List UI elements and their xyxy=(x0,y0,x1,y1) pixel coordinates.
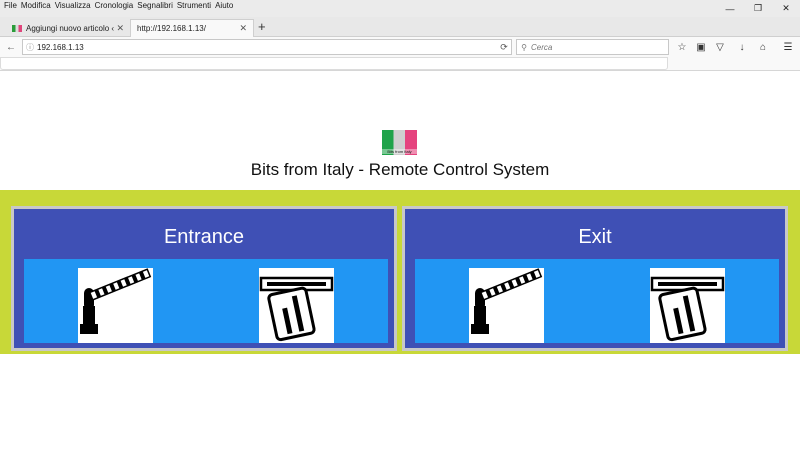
menu-strumenti[interactable]: Strumenti xyxy=(173,0,211,12)
notification-bar xyxy=(0,57,800,71)
menu-bar: File Modifica Visualizza Cronologia Segn… xyxy=(0,0,233,12)
bookmark-star-icon[interactable]: ☆ xyxy=(675,40,689,54)
home-icon[interactable]: ⌂ xyxy=(756,40,770,54)
panel-body: Entrance xyxy=(14,209,394,348)
search-box[interactable]: ⚲ xyxy=(516,39,669,55)
button-strip xyxy=(24,259,388,348)
close-tab-icon[interactable]: ✕ xyxy=(116,23,124,34)
address-text[interactable]: 192.168.1.13 xyxy=(37,43,497,52)
panel-title: Entrance xyxy=(163,226,245,248)
maximize-icon[interactable]: ❐ xyxy=(744,0,772,17)
exit-barrier-button[interactable] xyxy=(469,268,544,343)
menu-hamburger-icon[interactable]: ☰ xyxy=(781,40,795,54)
barrier-gate-icon xyxy=(80,268,152,334)
reload-icon[interactable]: ⟳ xyxy=(497,42,511,53)
navigation-bar: ← ⓘ 192.168.1.13 ⟳ ⚲ ☆ ▣ ▽ ↓ ⌂ ☰ xyxy=(0,37,800,57)
close-tab-icon[interactable]: ✕ xyxy=(239,23,247,34)
menu-cronologia[interactable]: Cronologia xyxy=(91,0,134,12)
menu-visualizza[interactable]: Visualizza xyxy=(51,0,91,12)
download-icon[interactable]: ↓ xyxy=(735,40,749,54)
entrance-barrier-button[interactable] xyxy=(78,268,153,343)
search-input[interactable] xyxy=(531,42,661,52)
address-bar[interactable]: ⓘ 192.168.1.13 ⟳ xyxy=(22,39,512,55)
tab-aggiungi-articolo[interactable]: Aggiungi nuovo articolo ‹ ... ✕ xyxy=(6,19,130,37)
menu-file[interactable]: File xyxy=(0,0,17,12)
site-favicon-icon xyxy=(12,24,22,32)
barrier-gate-icon xyxy=(471,268,543,334)
pocket-icon[interactable]: ▽ xyxy=(713,40,727,54)
tab-title: Aggiungi nuovo articolo ‹ ... xyxy=(26,23,117,33)
search-icon: ⚲ xyxy=(521,42,527,52)
logo-text: Bits from Italy xyxy=(382,149,417,154)
page-title: Bits from Italy - Remote Control System xyxy=(250,160,550,179)
title-bar: File Modifica Visualizza Cronologia Segn… xyxy=(0,0,800,17)
exit-panel: Exit xyxy=(402,206,788,351)
reading-list-icon[interactable]: ▣ xyxy=(694,40,708,54)
window-controls: — ❐ ✕ xyxy=(716,0,800,17)
menu-segnalibri[interactable]: Segnalibri xyxy=(133,0,173,12)
notification-field xyxy=(0,57,668,70)
card-reader-icon xyxy=(259,276,334,342)
back-arrow-icon[interactable]: ← xyxy=(4,40,18,54)
menu-modifica[interactable]: Modifica xyxy=(17,0,51,12)
new-tab-icon[interactable]: + xyxy=(258,19,266,35)
site-logo: Bits from Italy xyxy=(382,130,417,155)
entrance-panel: Entrance xyxy=(11,206,397,351)
tab-current[interactable]: http://192.168.1.13/ ✕ xyxy=(130,19,254,37)
tab-strip: Aggiungi nuovo articolo ‹ ... ✕ http://1… xyxy=(0,17,800,37)
button-strip xyxy=(415,259,779,348)
tab-title: http://192.168.1.13/ xyxy=(137,24,206,33)
minimize-icon[interactable]: — xyxy=(716,0,744,17)
card-reader-icon xyxy=(650,276,725,342)
entrance-card-reader-button[interactable] xyxy=(259,268,334,343)
close-window-icon[interactable]: ✕ xyxy=(772,0,800,17)
exit-card-reader-button[interactable] xyxy=(650,268,725,343)
panel-body: Exit xyxy=(405,209,785,348)
panel-title: Exit xyxy=(578,226,612,248)
menu-aiuto[interactable]: Aiuto xyxy=(211,0,233,12)
info-icon[interactable]: ⓘ xyxy=(23,42,37,53)
